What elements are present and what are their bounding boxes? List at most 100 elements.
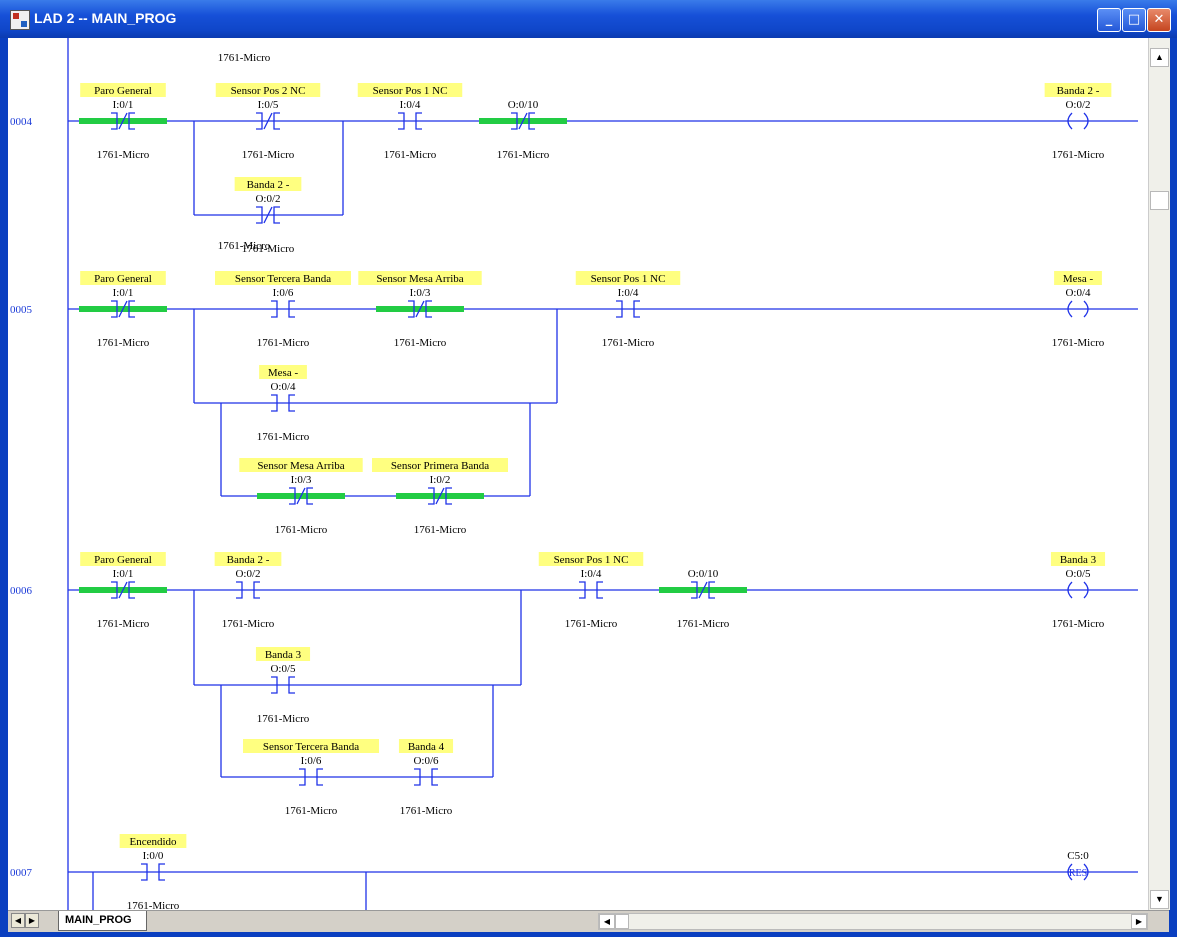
contact-label: Banda 2 - bbox=[247, 179, 290, 191]
tab-prev-icon[interactable]: ◀ bbox=[11, 913, 25, 928]
coil-label: Banda 2 - bbox=[1057, 85, 1100, 97]
contact-no-I06[interactable]: Sensor Tercera Banda I:0/6 1761-Micro bbox=[215, 271, 351, 349]
tab-next-icon[interactable]: ▶ bbox=[25, 913, 39, 928]
coil-address: O:0/2 bbox=[1065, 99, 1090, 111]
contact-address: O:0/4 bbox=[270, 381, 296, 393]
device-label: 1761-Micro bbox=[1052, 337, 1105, 349]
device-label: 1761-Micro bbox=[97, 618, 150, 630]
contact-no-I04[interactable]: Sensor Pos 1 NC I:0/4 1761-Micro bbox=[575, 271, 681, 349]
coil-label: Banda 3 bbox=[1060, 554, 1097, 566]
contact-no-O05[interactable]: Banda 3 O:0/5 1761-Micro bbox=[255, 647, 311, 725]
contact-no-I04[interactable]: Sensor Pos 1 NC I:0/4 1761-Micro bbox=[538, 552, 644, 630]
device-label: 1761-Micro bbox=[285, 805, 338, 817]
scroll-thumb[interactable] bbox=[1150, 191, 1169, 210]
contact-address: I:0/2 bbox=[430, 474, 451, 486]
contact-nc-I01[interactable]: Paro General I:0/1 1761-Micro bbox=[79, 552, 167, 630]
device-label: 1761-Micro bbox=[565, 618, 618, 630]
output-coil-C50[interactable]: C5:0 RES bbox=[1067, 850, 1089, 881]
scroll-up-icon[interactable]: ▲ bbox=[1150, 48, 1169, 67]
device-label: 1761-Micro bbox=[257, 337, 310, 349]
contact-address: O:0/2 bbox=[235, 568, 260, 580]
scroll-left-icon[interactable]: ◀ bbox=[599, 914, 615, 929]
device-label: 1761-Micro bbox=[394, 337, 447, 349]
contact-address: I:0/3 bbox=[291, 474, 312, 486]
contact-label: Mesa - bbox=[268, 367, 299, 379]
minimize-button[interactable]: _ bbox=[1097, 8, 1121, 32]
output-coil-O04[interactable]: Mesa - O:0/4 1761-Micro bbox=[1052, 271, 1105, 349]
device-label: 1761-Micro bbox=[97, 337, 150, 349]
contact-nc-I03[interactable]: Sensor Mesa Arriba I:0/3 1761-Micro bbox=[358, 271, 482, 349]
contact-label: Paro General bbox=[94, 554, 152, 566]
coil-label: Mesa - bbox=[1063, 273, 1094, 285]
contact-label: Sensor Primera Banda bbox=[391, 460, 489, 472]
contact-nc-I05[interactable]: Sensor Pos 2 NC I:0/5 1761-Micro bbox=[215, 83, 321, 161]
sheet-tab-bar: ◀ ▶ MAIN_PROG ◀ ▶ bbox=[8, 910, 1169, 932]
contact-address: I:0/6 bbox=[301, 755, 322, 767]
device-label: 1761-Micro bbox=[1052, 618, 1105, 630]
ladder-diagram[interactable]: 1761-Micro 0004 Paro General I:0/1 1761-Micr… bbox=[8, 38, 1148, 910]
scroll-thumb-h[interactable] bbox=[615, 914, 629, 929]
contact-address: O:0/10 bbox=[508, 99, 539, 111]
coil-address: O:0/4 bbox=[1065, 287, 1091, 299]
maximize-button[interactable]: □ bbox=[1122, 8, 1146, 32]
scroll-corner bbox=[1148, 911, 1169, 932]
device-label: 1761-Micro bbox=[602, 337, 655, 349]
contact-no-O06[interactable]: Banda 4 O:0/6 1761-Micro bbox=[398, 739, 454, 817]
rung-number[interactable]: 0007 bbox=[10, 867, 33, 879]
contact-label: Banda 2 - bbox=[227, 554, 270, 566]
device-label: 1761-Micro bbox=[257, 713, 310, 725]
contact-address: I:0/1 bbox=[113, 287, 134, 299]
contact-label: Sensor Pos 1 NC bbox=[373, 85, 448, 97]
device-label: 1761-Micro bbox=[414, 524, 467, 536]
device-label: 1761-Micro bbox=[1052, 149, 1105, 161]
contact-label: Sensor Pos 1 NC bbox=[554, 554, 629, 566]
contact-address: I:0/5 bbox=[258, 99, 279, 111]
scroll-right-icon[interactable]: ▶ bbox=[1131, 914, 1147, 929]
contact-nc-I02[interactable]: Sensor Primera Banda I:0/2 1761-Micro bbox=[372, 458, 508, 536]
contact-label: Sensor Mesa Arriba bbox=[257, 460, 344, 472]
coil-address: O:0/5 bbox=[1065, 568, 1091, 580]
device-label-rung5-top: 1761-Micro bbox=[218, 240, 271, 252]
contact-no-I04[interactable]: Sensor Pos 1 NC I:0/4 1761-Micro bbox=[357, 83, 463, 161]
vertical-scrollbar[interactable]: ▲ ▼ bbox=[1148, 38, 1170, 910]
contact-label: Sensor Tercera Banda bbox=[263, 741, 359, 753]
device-label: 1761-Micro bbox=[275, 524, 328, 536]
device-label: 1761-Micro bbox=[677, 618, 730, 630]
contact-no-O02[interactable]: Banda 2 - O:0/2 1761-Micro bbox=[214, 552, 282, 630]
client-area: 1761-Micro 0004 Paro General I:0/1 1761-Micr… bbox=[8, 38, 1170, 932]
close-button[interactable]: ✕ bbox=[1147, 8, 1171, 32]
contact-address: I:0/3 bbox=[410, 287, 431, 299]
output-coil-O05[interactable]: Banda 3 O:0/5 1761-Micro bbox=[1050, 552, 1106, 630]
device-label: 1761-Micro bbox=[242, 149, 295, 161]
device-label: 1761-Micro bbox=[127, 900, 180, 910]
output-coil-O02[interactable]: Banda 2 - O:0/2 1761-Micro bbox=[1044, 83, 1112, 161]
scroll-down-icon[interactable]: ▼ bbox=[1150, 890, 1169, 909]
contact-label: Sensor Tercera Banda bbox=[235, 273, 331, 285]
contact-address: I:0/4 bbox=[581, 568, 602, 580]
contact-no-I06[interactable]: Sensor Tercera Banda I:0/6 1761-Micro bbox=[243, 739, 379, 817]
contact-address: O:0/10 bbox=[688, 568, 719, 580]
contact-address: I:0/4 bbox=[400, 99, 421, 111]
horizontal-scrollbar[interactable]: ◀ ▶ bbox=[598, 913, 1148, 930]
device-label: 1761-Micro bbox=[400, 805, 453, 817]
coil-address: C5:0 bbox=[1067, 850, 1089, 862]
app-icon bbox=[10, 10, 30, 30]
contact-no-O04[interactable]: Mesa - O:0/4 1761-Micro bbox=[257, 365, 310, 443]
contact-label: Paro General bbox=[94, 85, 152, 97]
title-bar[interactable]: LAD 2 -- MAIN_PROG _ □ ✕ bbox=[0, 0, 1177, 38]
contact-nc-I01[interactable]: Paro General I:0/1 1761-Micro bbox=[79, 83, 167, 161]
coil-instruction: RES bbox=[1069, 868, 1087, 879]
rung-number[interactable]: 0005 bbox=[10, 304, 33, 316]
tab-main-prog[interactable]: MAIN_PROG bbox=[58, 911, 147, 931]
contact-address: O:0/5 bbox=[270, 663, 296, 675]
contact-address: O:0/6 bbox=[413, 755, 439, 767]
device-label: 1761-Micro bbox=[97, 149, 150, 161]
contact-nc-O010[interactable]: O:0/10 1761-Micro bbox=[479, 99, 567, 161]
contact-nc-I01[interactable]: Paro General I:0/1 1761-Micro bbox=[79, 271, 167, 349]
contact-nc-O010[interactable]: O:0/10 1761-Micro bbox=[659, 568, 747, 630]
contact-nc-I03[interactable]: Sensor Mesa Arriba I:0/3 1761-Micro bbox=[239, 458, 363, 536]
rung-number[interactable]: 0006 bbox=[10, 585, 33, 597]
ladder-canvas[interactable]: 1761-Micro 0004 Paro General I:0/1 1761-Micr… bbox=[8, 38, 1148, 910]
rung-number[interactable]: 0004 bbox=[10, 116, 33, 128]
device-label: 1761-Micro bbox=[257, 431, 310, 443]
